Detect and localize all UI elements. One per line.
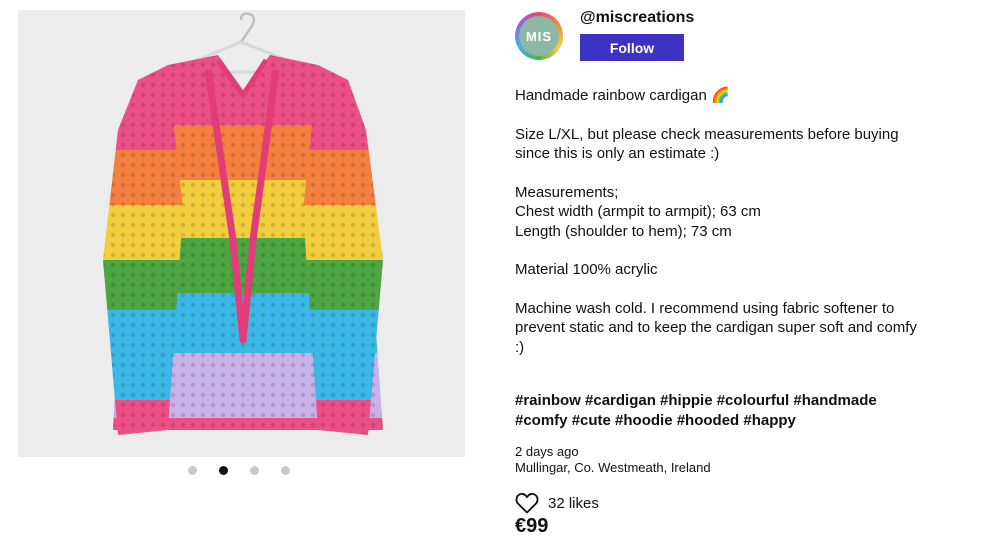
product-image-gallery[interactable] xyxy=(18,10,465,457)
material-text: Material 100% acrylic xyxy=(515,261,658,278)
seller-username[interactable]: @miscreations xyxy=(580,9,694,27)
location: Mullingar, Co. Westmeath, Ireland xyxy=(515,460,711,475)
carousel-dots xyxy=(188,466,290,475)
hashtags-line-2[interactable]: #comfy #cute #hoodie #hooded #happy xyxy=(515,412,796,429)
listing-meta: 2 days ago Mullingar, Co. Westmeath, Ire… xyxy=(515,444,711,476)
avatar-initials: MIS xyxy=(519,16,559,56)
carousel-dot-3[interactable] xyxy=(250,466,259,475)
product-description: Handmade rainbow cardigan 🌈 Size L/XL, b… xyxy=(515,86,965,376)
description-size-line-1: Size L/XL, but please check measurements… xyxy=(515,125,899,143)
carousel-dot-4[interactable] xyxy=(281,466,290,475)
posted-time: 2 days ago xyxy=(515,444,579,459)
likes-count: 32 likes xyxy=(548,494,599,512)
hashtags: #rainbow #cardigan #hippie #colourful #h… xyxy=(515,391,965,430)
likes-row: 32 likes xyxy=(515,492,599,514)
measurements-title: Measurements; xyxy=(515,183,619,201)
avatar[interactable]: MIS xyxy=(515,12,563,60)
heart-icon[interactable] xyxy=(515,492,539,514)
price: €99 xyxy=(515,515,549,537)
measurement-chest: Chest width (armpit to armpit); 63 cm xyxy=(515,203,761,220)
product-photo xyxy=(18,10,465,457)
description-title: Handmade rainbow cardigan 🌈 xyxy=(515,87,730,104)
care-line-3: :) xyxy=(515,338,525,356)
hashtags-line-1[interactable]: #rainbow #cardigan #hippie #colourful #h… xyxy=(515,392,877,409)
carousel-dot-1[interactable] xyxy=(188,466,197,475)
carousel-dot-2[interactable] xyxy=(219,466,228,475)
care-line-2: prevent static and to keep the cardigan … xyxy=(515,319,917,336)
description-size-line-2: since this is only an estimate :) xyxy=(515,145,720,162)
follow-button[interactable]: Follow xyxy=(580,34,684,61)
measurement-length: Length (shoulder to hem); 73 cm xyxy=(515,222,732,240)
care-line-1: Machine wash cold. I recommend using fab… xyxy=(515,299,895,317)
